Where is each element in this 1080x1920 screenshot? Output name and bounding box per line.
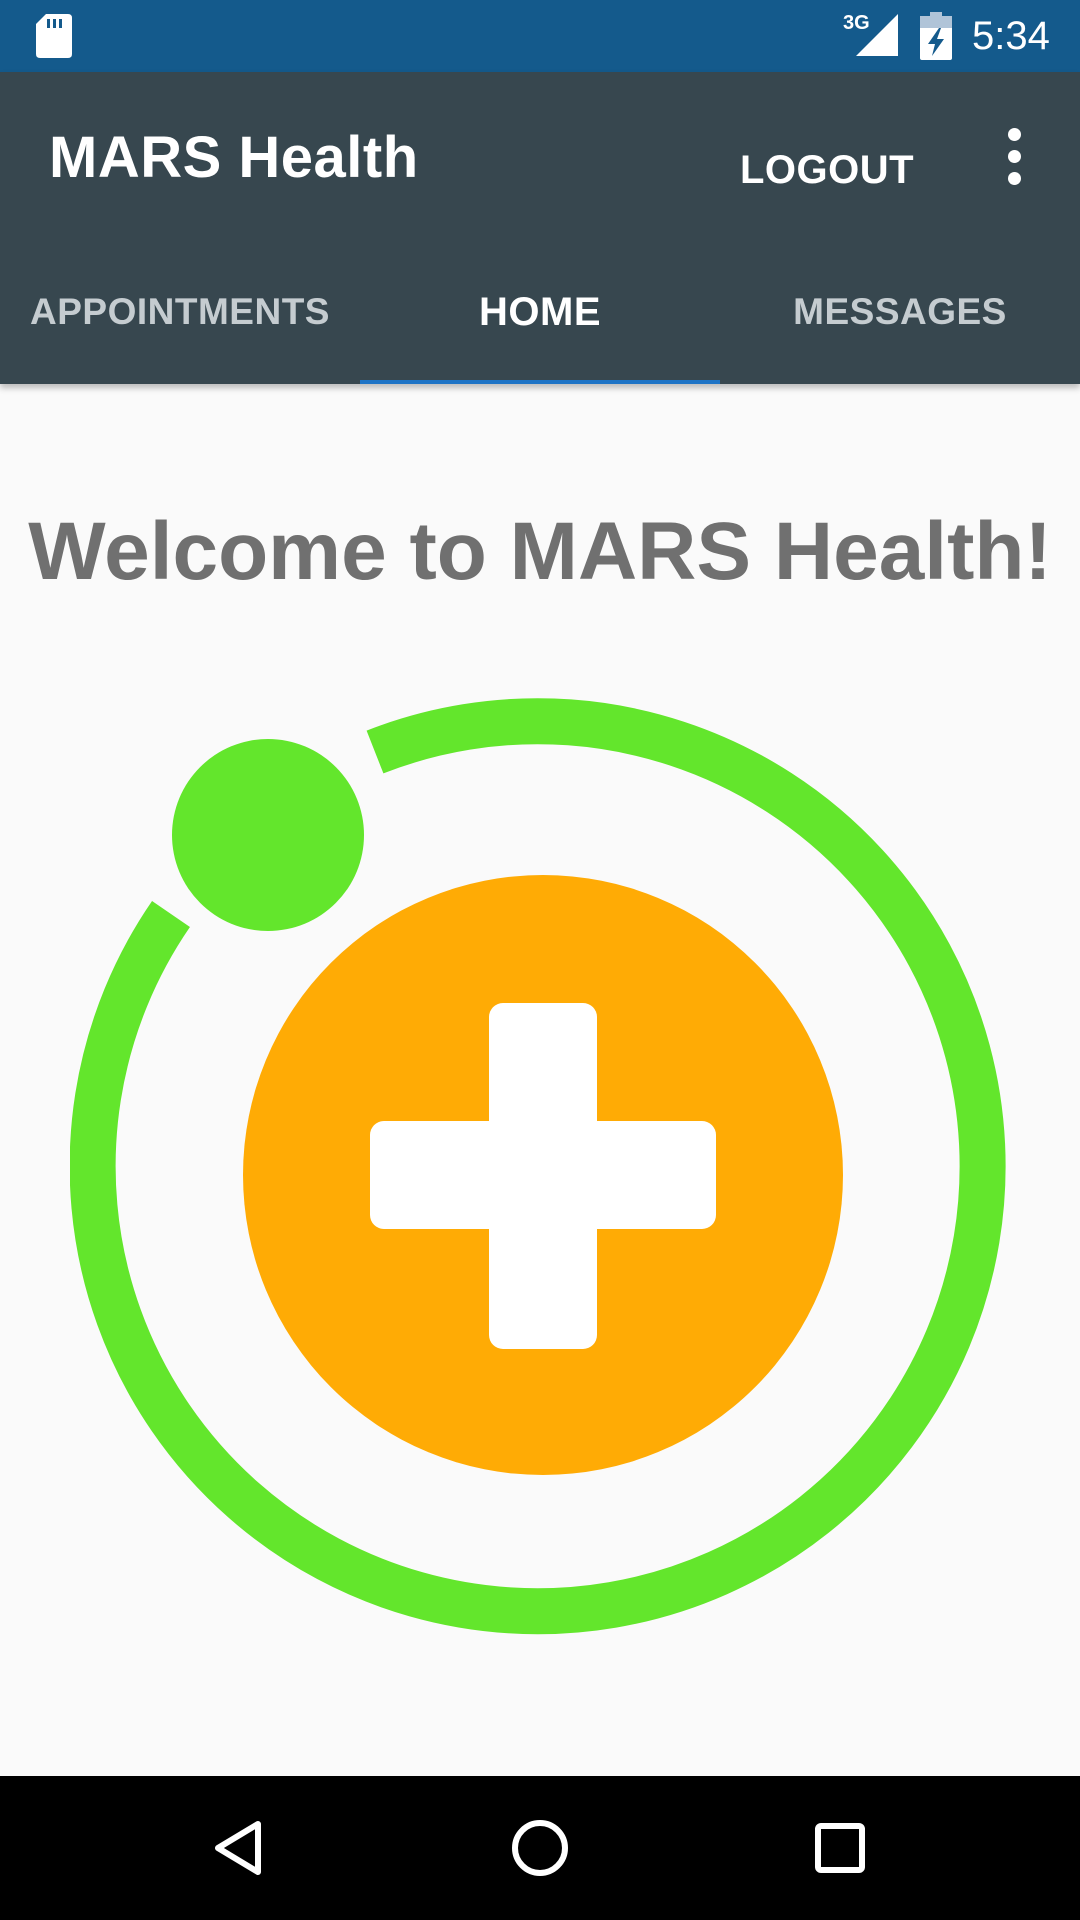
back-icon[interactable]: [210, 1818, 270, 1878]
more-vert-icon[interactable]: [990, 120, 1038, 192]
recents-icon[interactable]: [810, 1818, 870, 1878]
medical-cross-logo: [70, 698, 1006, 1635]
clock: 5:34: [972, 14, 1050, 58]
tab-indicator: [360, 380, 720, 384]
logout-button[interactable]: LOGOUT: [740, 130, 950, 210]
tab-appointments[interactable]: APPOINTMENTS: [0, 240, 360, 384]
battery-charging-icon: [920, 12, 952, 60]
status-bar: 3G 5:34: [0, 0, 1080, 72]
tab-messages[interactable]: MESSAGES: [720, 240, 1080, 384]
signal-icon: [856, 14, 898, 56]
sd-card-icon: [36, 14, 72, 58]
home-icon[interactable]: [510, 1818, 570, 1878]
tab-home[interactable]: HOME: [360, 240, 720, 384]
tab-bar: APPOINTMENTS HOME MESSAGES: [0, 240, 1080, 384]
app-title: MARS Health: [49, 125, 419, 190]
welcome-heading: Welcome to MARS Health!: [28, 506, 1052, 597]
